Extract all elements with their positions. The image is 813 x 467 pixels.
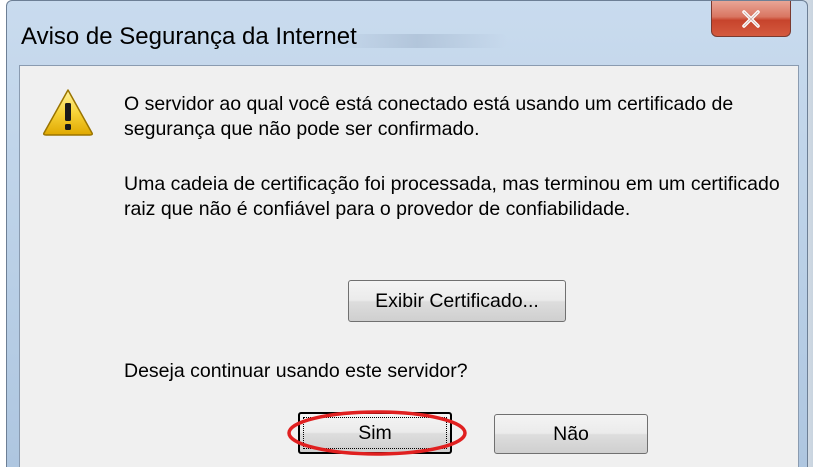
dialog-body: O servidor ao qual você está conectado e… bbox=[19, 65, 799, 467]
view-certificate-label: Exibir Certificado... bbox=[375, 289, 539, 312]
title-bar[interactable]: Aviso de Segurança da Internet bbox=[7, 1, 807, 65]
no-button[interactable]: Não bbox=[494, 414, 648, 454]
close-button[interactable] bbox=[711, 1, 791, 37]
message-certificate-unconfirmed: O servidor ao qual você está conectado e… bbox=[124, 93, 734, 140]
yes-label: Sim bbox=[358, 421, 392, 444]
warning-icon bbox=[43, 89, 93, 136]
close-icon bbox=[742, 9, 760, 28]
continue-question: Deseja continuar usando este servidor? bbox=[124, 360, 468, 382]
view-certificate-button[interactable]: Exibir Certificado... bbox=[348, 280, 566, 322]
security-dialog-window: Aviso de Segurança da Internet O servido… bbox=[6, 0, 808, 467]
message-untrusted-root: Uma cadeia de certificação foi processad… bbox=[124, 173, 780, 220]
screen: Aviso de Segurança da Internet O servido… bbox=[0, 0, 813, 467]
no-label: Não bbox=[553, 422, 589, 445]
yes-button[interactable]: Sim bbox=[298, 412, 452, 454]
window-title: Aviso de Segurança da Internet bbox=[21, 23, 357, 50]
